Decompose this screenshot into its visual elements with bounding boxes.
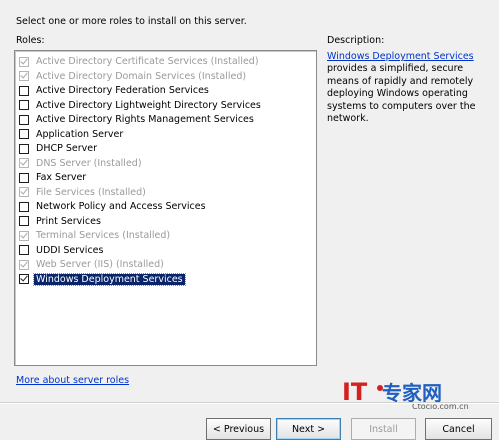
checkmark-icon [20,186,28,195]
role-label: Windows Deployment Services [33,272,186,286]
description-link[interactable]: Windows Deployment Services [327,51,474,62]
role-item[interactable]: Active Directory Rights Management Servi… [19,113,254,126]
role-item[interactable]: Fax Server [19,171,86,184]
role-label: Active Directory Certificate Services (I… [36,56,259,67]
watermark-logo: IT 专家网 Ctocio.com.cn [340,376,490,415]
role-label: DHCP Server [36,143,97,154]
role-checkbox[interactable] [19,143,29,154]
next-button[interactable]: Next > [276,418,341,440]
checkmark-icon [20,230,28,238]
role-label: Application Server [36,128,124,140]
watermark-logo-graphic: IT 专家网 Ctocio.com.cn [342,378,469,411]
role-checkbox[interactable] [19,114,29,125]
role-label: Active Directory Lightweight Directory S… [36,99,261,111]
role-checkbox[interactable] [19,129,29,139]
role-checkbox [19,259,29,270]
role-checkbox [19,186,29,197]
role-item: Web Server (IIS) (Installed) [19,258,164,271]
role-item: Active Directory Domain Services (Instal… [19,70,246,83]
role-item: Terminal Services (Installed) [19,229,170,242]
previous-button[interactable]: < Previous [206,418,271,440]
role-label: File Services (Installed) [36,186,146,198]
role-item: DNS Server (Installed) [19,157,142,170]
role-checkbox [19,56,29,67]
role-item[interactable]: Active Directory Federation Services [19,84,209,97]
more-about-server-roles-link[interactable]: More about server roles [16,375,129,386]
role-checkbox [19,157,29,168]
description-label: Description: [327,35,385,46]
checkmark-icon [20,259,28,267]
footer-divider [0,402,499,404]
checkmark-icon [20,157,28,166]
role-checkbox [19,70,29,81]
role-label: Terminal Services (Installed) [36,230,171,241]
role-label: Fax Server [36,172,87,183]
install-button[interactable]: Install [351,418,416,440]
role-item: Active Directory Certificate Services (I… [19,55,259,68]
role-checkbox[interactable] [19,172,29,183]
role-checkbox[interactable] [19,216,29,226]
description-body: provides a simplified, secure means of r… [327,63,476,125]
role-item[interactable]: UDDI Services [19,244,103,257]
role-item[interactable]: Network Policy and Access Services [19,200,206,213]
role-label: Web Server (IIS) (Installed) [36,259,164,270]
role-checkbox[interactable] [19,245,29,255]
checkmark-icon [20,70,28,79]
role-item[interactable]: Active Directory Lightweight Directory S… [19,99,261,112]
role-item[interactable]: Print Services [19,215,101,228]
role-label: Print Services [36,215,101,227]
role-item[interactable]: DHCP Server [19,142,97,155]
role-checkbox[interactable] [19,273,29,284]
role-label: Active Directory Federation Services [36,85,209,96]
role-checkbox[interactable] [19,85,29,96]
role-label: DNS Server (Installed) [36,157,142,169]
role-item: File Services (Installed) [19,186,146,199]
role-checkbox [19,230,29,241]
checkmark-icon [20,273,28,282]
checkmark-icon [20,56,28,64]
role-item[interactable]: Windows Deployment Services [19,272,186,286]
role-label: Active Directory Domain Services (Instal… [36,70,247,82]
role-label: UDDI Services [36,244,104,256]
role-item[interactable]: Application Server [19,128,123,141]
description-text: Windows Deployment Services provides a s… [327,51,497,125]
cancel-button[interactable]: Cancel [425,418,492,440]
roles-label: Roles: [16,35,45,46]
role-checkbox[interactable] [19,100,29,110]
role-label: Active Directory Rights Management Servi… [36,114,254,125]
roles-listbox[interactable]: Active Directory Certificate Services (I… [14,50,317,366]
role-label: Network Policy and Access Services [36,201,206,212]
role-checkbox[interactable] [19,201,29,212]
instruction-text: Select one or more roles to install on t… [16,16,247,27]
